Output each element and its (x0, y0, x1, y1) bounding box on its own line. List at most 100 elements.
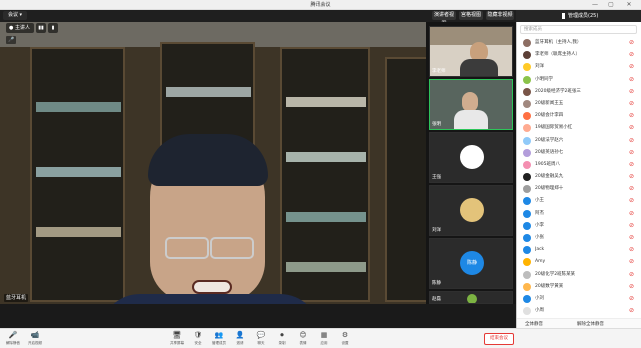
toolbar-icon: 👥 (214, 331, 224, 339)
minimize-icon[interactable]: — (588, 0, 602, 10)
muted-mic-icon[interactable]: ⊘ (629, 197, 634, 205)
toolbar-button-2[interactable]: 👥 管理成员 (210, 331, 228, 347)
muted-mic-icon[interactable]: ⊘ (629, 112, 634, 120)
speaker-view-tab[interactable]: 演讲者视图 (432, 11, 456, 27)
participant-row[interactable]: 1905班周八 ⊘ (517, 159, 641, 171)
layout-button-b[interactable]: ▮ (48, 23, 58, 33)
toolbar-button-8[interactable]: ⚙ 设置 (336, 331, 354, 347)
participant-name: 1905班周八 (535, 161, 560, 167)
muted-mic-icon[interactable]: ⊘ (629, 149, 634, 157)
participant-row[interactable]: 李老师（联席主持人） ⊘ (517, 49, 641, 61)
participant-row[interactable]: 阿杰 ⊘ (517, 208, 641, 220)
toolbar-button-7[interactable]: ▦ 应用 (315, 331, 333, 347)
muted-mic-icon[interactable]: ⊘ (629, 161, 634, 169)
participant-row[interactable]: 20级英语孙七 ⊘ (517, 147, 641, 159)
main-video-menu-button[interactable]: ● 主讲人 (6, 23, 34, 33)
muted-mic-icon[interactable]: ⊘ (629, 76, 634, 84)
participant-row[interactable]: 小明同学 ⊘ (517, 74, 641, 86)
muted-mic-icon[interactable]: ⊘ (629, 222, 634, 230)
toolbar-label: 安全 (194, 341, 202, 345)
avatar (523, 258, 531, 267)
main-video[interactable] (0, 22, 426, 304)
participant-row[interactable]: Amy ⊘ (517, 256, 641, 268)
muted-mic-icon[interactable]: ⊘ (629, 63, 634, 71)
participant-row[interactable]: 小周 ⊘ (517, 305, 641, 317)
participant-row[interactable]: 小王 ⊘ (517, 195, 641, 207)
avatar (523, 160, 531, 169)
participant-name: 刘洋 (535, 64, 544, 70)
muted-mic-icon[interactable]: ⊘ (629, 283, 634, 291)
participant-row[interactable]: 小张 ⊘ (517, 232, 641, 244)
muted-mic-icon[interactable]: ⊘ (629, 51, 634, 59)
muted-mic-icon[interactable]: ⊘ (629, 246, 634, 254)
thumbnail-label: 张明 (432, 122, 441, 127)
participant-row[interactable]: Jack ⊘ (517, 244, 641, 256)
participant-name: 小明同学 (535, 76, 553, 82)
avatar (523, 173, 531, 182)
grid-view-tab[interactable]: 宫格视图 (459, 11, 483, 20)
thumbnail-1[interactable]: 张明 (429, 79, 513, 130)
speaker-hair (148, 134, 268, 186)
toolbar-button-0[interactable]: 🖥 共享屏幕 (168, 331, 186, 347)
participant-row[interactable]: 20级新闻王五 ⊘ (517, 98, 641, 110)
end-meeting-button[interactable]: 结束会议 (484, 333, 514, 345)
avatar (523, 99, 531, 108)
participant-row[interactable]: 19级国际贸易小红 ⊘ (517, 122, 641, 134)
muted-mic-icon[interactable]: ⊘ (629, 124, 634, 132)
muted-mic-icon[interactable]: ⊘ (629, 234, 634, 242)
muted-mic-icon[interactable]: ⊘ (629, 258, 634, 266)
start-video-button[interactable]: 📹 开启视频 (26, 331, 44, 347)
participant-name: 20级法学赵六 (535, 137, 564, 143)
muted-mic-icon[interactable]: ⊘ (629, 307, 634, 315)
hide-nonvideo-tab[interactable]: 隐藏非视频 (486, 11, 514, 20)
thumbnail-4[interactable]: 陈静 陈静 (429, 238, 513, 289)
avatar (523, 51, 531, 60)
thumbnail-5[interactable]: 赵磊 (429, 291, 513, 304)
unmute-button[interactable]: 🎤 解除静音 (4, 331, 22, 347)
muted-mic-icon[interactable]: ⊘ (629, 88, 634, 96)
toolbar-button-4[interactable]: 💬 聊天 (252, 331, 270, 347)
muted-mic-icon[interactable]: ⊘ (629, 173, 634, 181)
toolbar-button-3[interactable]: 👤 邀请 (231, 331, 249, 347)
participant-row[interactable]: 刘洋 ⊘ (517, 61, 641, 73)
thumbnail-0[interactable]: 李老师 (429, 26, 513, 77)
participant-row[interactable]: 蓝牙耳机（主持人,我） ⊘ (517, 37, 641, 49)
muted-mic-icon[interactable]: ⊘ (629, 100, 634, 108)
thumbnail-3[interactable]: 刘洋 (429, 185, 513, 236)
participant-row[interactable]: 20级数学黄某 ⊘ (517, 281, 641, 293)
muted-mic-icon[interactable]: ⊘ (629, 210, 634, 218)
avatar (523, 197, 531, 206)
close-icon[interactable]: ✕ (622, 0, 636, 10)
mute-all-button[interactable]: 全体静音 (525, 321, 543, 327)
muted-mic-icon[interactable]: ⊘ (629, 185, 634, 193)
avatar (523, 39, 531, 47)
participant-row[interactable]: 20级法学赵六 ⊘ (517, 135, 641, 147)
toolbar-button-6[interactable]: 😊 表情 (294, 331, 312, 347)
toolbar-label: 管理成员 (212, 341, 226, 345)
participant-row[interactable]: 20级物理郑十 ⊘ (517, 183, 641, 195)
muted-mic-icon[interactable]: ⊘ (629, 39, 634, 47)
participant-row[interactable]: 小李 ⊘ (517, 220, 641, 232)
participant-row[interactable]: 小刘 ⊘ (517, 293, 641, 305)
muted-mic-icon[interactable]: ⊘ (629, 271, 634, 279)
thumbnail-2[interactable]: 王强 (429, 132, 513, 183)
toolbar-button-1[interactable]: 🛡 安全 (189, 331, 207, 347)
maximize-icon[interactable]: ▢ (604, 0, 618, 10)
toolbar-icon: 🛡 (193, 331, 203, 339)
toolbar-icon: ⏺ (280, 331, 284, 339)
muted-mic-icon[interactable]: ⊘ (629, 137, 634, 145)
toolbar-label: 表情 (299, 341, 307, 345)
meeting-info-button[interactable]: 会议 ▾ (3, 11, 27, 20)
participant-row[interactable]: 20级金融吴九 ⊘ (517, 171, 641, 183)
toolbar-button-5[interactable]: ⏺ 录制 (273, 331, 291, 347)
avatar (523, 221, 531, 230)
participant-name: 蓝牙耳机（主持人,我） (535, 40, 582, 45)
unmute-all-button[interactable]: 解除全体静音 (577, 321, 604, 327)
participant-row[interactable]: 20级会计李四 ⊘ (517, 110, 641, 122)
layout-button-a[interactable]: ▮▮ (36, 23, 46, 33)
participant-row[interactable]: 20级化学2班陈某某 ⊘ (517, 269, 641, 281)
participant-row[interactable]: 2020级经济学2班张三 ⊘ (517, 86, 641, 98)
muted-mic-icon[interactable]: ⊘ (629, 295, 634, 303)
participant-panel-header: 管理成员(25) (516, 10, 641, 22)
participant-search-input[interactable]: 搜索成员 (520, 25, 637, 34)
